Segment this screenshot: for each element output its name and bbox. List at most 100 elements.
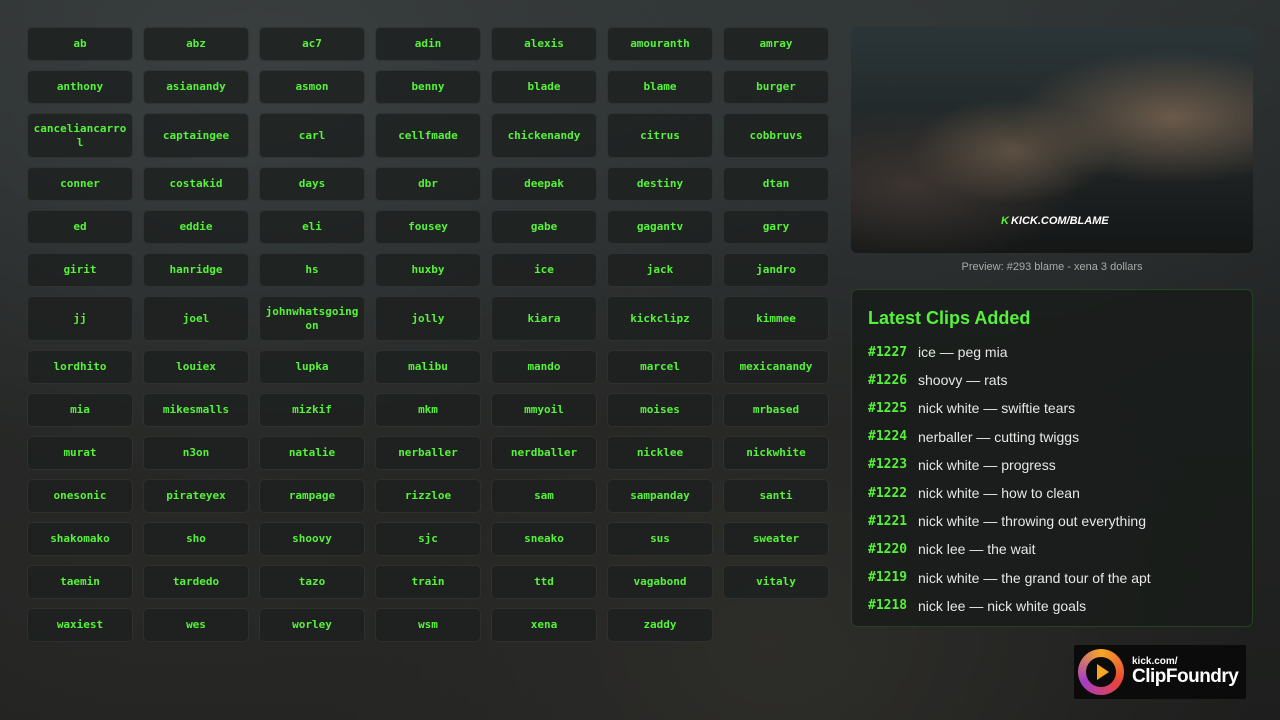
streamer-button-mikesmalls[interactable]: mikesmalls <box>143 393 249 427</box>
streamer-button-sweater[interactable]: sweater <box>723 522 829 556</box>
streamer-button-benny[interactable]: benny <box>375 70 481 104</box>
streamer-button-louiex[interactable]: louiex <box>143 350 249 384</box>
streamer-button-kimmee[interactable]: kimmee <box>723 296 829 341</box>
streamer-button-conner[interactable]: conner <box>27 167 133 201</box>
streamer-button-mizkif[interactable]: mizkif <box>259 393 365 427</box>
streamer-button-dtan[interactable]: dtan <box>723 167 829 201</box>
streamer-button-shoovy[interactable]: shoovy <box>259 522 365 556</box>
streamer-button-zaddy[interactable]: zaddy <box>607 608 713 642</box>
streamer-button-santi[interactable]: santi <box>723 479 829 513</box>
streamer-button-mando[interactable]: mando <box>491 350 597 384</box>
streamer-button-kiara[interactable]: kiara <box>491 296 597 341</box>
streamer-button-rizzloe[interactable]: rizzloe <box>375 479 481 513</box>
streamer-button-ice[interactable]: ice <box>491 253 597 287</box>
streamer-button-nicklee[interactable]: nicklee <box>607 436 713 470</box>
streamer-button-destiny[interactable]: destiny <box>607 167 713 201</box>
streamer-button-blame[interactable]: blame <box>607 70 713 104</box>
streamer-button-amouranth[interactable]: amouranth <box>607 27 713 61</box>
streamer-button-days[interactable]: days <box>259 167 365 201</box>
streamer-button-moises[interactable]: moises <box>607 393 713 427</box>
streamer-button-gary[interactable]: gary <box>723 210 829 244</box>
streamer-button-anthony[interactable]: anthony <box>27 70 133 104</box>
streamer-button-sus[interactable]: sus <box>607 522 713 556</box>
streamer-button-nerballer[interactable]: nerballer <box>375 436 481 470</box>
streamer-button-canceliancarrol[interactable]: canceliancarrol <box>27 113 133 158</box>
streamer-button-jj[interactable]: jj <box>27 296 133 341</box>
streamer-button-natalie[interactable]: natalie <box>259 436 365 470</box>
streamer-button-cobbruvs[interactable]: cobbruvs <box>723 113 829 158</box>
streamer-button-shakomako[interactable]: shakomako <box>27 522 133 556</box>
streamer-button-jandro[interactable]: jandro <box>723 253 829 287</box>
streamer-button-sjc[interactable]: sjc <box>375 522 481 556</box>
streamer-button-tardedo[interactable]: tardedo <box>143 565 249 599</box>
streamer-button-captaingee[interactable]: captaingee <box>143 113 249 158</box>
clip-preview[interactable]: K KICK.COM/BLAME <box>851 27 1253 253</box>
streamer-button-hanridge[interactable]: hanridge <box>143 253 249 287</box>
streamer-button-jolly[interactable]: jolly <box>375 296 481 341</box>
streamer-button-tazo[interactable]: tazo <box>259 565 365 599</box>
streamer-button-abz[interactable]: abz <box>143 27 249 61</box>
streamer-button-cellfmade[interactable]: cellfmade <box>375 113 481 158</box>
streamer-button-xena[interactable]: xena <box>491 608 597 642</box>
streamer-button-sampanday[interactable]: sampanday <box>607 479 713 513</box>
streamer-button-deepak[interactable]: deepak <box>491 167 597 201</box>
streamer-button-rampage[interactable]: rampage <box>259 479 365 513</box>
streamer-button-malibu[interactable]: malibu <box>375 350 481 384</box>
clip-item[interactable]: #1226 shoovy — rats <box>868 366 1236 394</box>
streamer-button-citrus[interactable]: citrus <box>607 113 713 158</box>
streamer-button-lupka[interactable]: lupka <box>259 350 365 384</box>
streamer-button-huxby[interactable]: huxby <box>375 253 481 287</box>
streamer-button-sneako[interactable]: sneako <box>491 522 597 556</box>
streamer-button-fousey[interactable]: fousey <box>375 210 481 244</box>
clip-item[interactable]: #1222 nick white — how to clean <box>868 479 1236 507</box>
streamer-button-ab[interactable]: ab <box>27 27 133 61</box>
streamer-button-adin[interactable]: adin <box>375 27 481 61</box>
streamer-button-kickclipz[interactable]: kickclipz <box>607 296 713 341</box>
streamer-button-nickwhite[interactable]: nickwhite <box>723 436 829 470</box>
clip-item[interactable]: #1221 nick white — throwing out everythin… <box>868 507 1236 535</box>
clip-item[interactable]: #1220 nick lee — the wait <box>868 535 1236 563</box>
streamer-button-sho[interactable]: sho <box>143 522 249 556</box>
streamer-button-girit[interactable]: girit <box>27 253 133 287</box>
streamer-button-blade[interactable]: blade <box>491 70 597 104</box>
streamer-button-asianandy[interactable]: asianandy <box>143 70 249 104</box>
streamer-button-johnwhatsgoingon[interactable]: johnwhatsgoingon <box>259 296 365 341</box>
streamer-button-onesonic[interactable]: onesonic <box>27 479 133 513</box>
streamer-button-wes[interactable]: wes <box>143 608 249 642</box>
streamer-button-chickenandy[interactable]: chickenandy <box>491 113 597 158</box>
streamer-button-mmyoil[interactable]: mmyoil <box>491 393 597 427</box>
streamer-button-taemin[interactable]: taemin <box>27 565 133 599</box>
streamer-button-asmon[interactable]: asmon <box>259 70 365 104</box>
streamer-button-worley[interactable]: worley <box>259 608 365 642</box>
streamer-button-ttd[interactable]: ttd <box>491 565 597 599</box>
streamer-button-nerdballer[interactable]: nerdballer <box>491 436 597 470</box>
streamer-button-pirateyex[interactable]: pirateyex <box>143 479 249 513</box>
streamer-button-marcel[interactable]: marcel <box>607 350 713 384</box>
streamer-button-n3on[interactable]: n3on <box>143 436 249 470</box>
streamer-button-lordhito[interactable]: lordhito <box>27 350 133 384</box>
clip-item[interactable]: #1219 nick white — the grand tour of the … <box>868 564 1236 592</box>
streamer-button-amray[interactable]: amray <box>723 27 829 61</box>
streamer-button-murat[interactable]: murat <box>27 436 133 470</box>
clip-item[interactable]: #1223 nick white — progress <box>868 451 1236 479</box>
streamer-button-sam[interactable]: sam <box>491 479 597 513</box>
streamer-button-gabe[interactable]: gabe <box>491 210 597 244</box>
streamer-button-ac7[interactable]: ac7 <box>259 27 365 61</box>
streamer-button-wsm[interactable]: wsm <box>375 608 481 642</box>
streamer-button-gagantv[interactable]: gagantv <box>607 210 713 244</box>
streamer-button-waxiest[interactable]: waxiest <box>27 608 133 642</box>
streamer-button-joel[interactable]: joel <box>143 296 249 341</box>
clip-item[interactable]: #1224 nerballer — cutting twiggs <box>868 423 1236 451</box>
streamer-button-ed[interactable]: ed <box>27 210 133 244</box>
streamer-button-carl[interactable]: carl <box>259 113 365 158</box>
streamer-button-dbr[interactable]: dbr <box>375 167 481 201</box>
streamer-button-costakid[interactable]: costakid <box>143 167 249 201</box>
streamer-button-hs[interactable]: hs <box>259 253 365 287</box>
streamer-button-vagabond[interactable]: vagabond <box>607 565 713 599</box>
streamer-button-burger[interactable]: burger <box>723 70 829 104</box>
streamer-button-mia[interactable]: mia <box>27 393 133 427</box>
clip-item[interactable]: #1227 ice — peg mia <box>868 338 1236 366</box>
streamer-button-mexicanandy[interactable]: mexicanandy <box>723 350 829 384</box>
streamer-button-eli[interactable]: eli <box>259 210 365 244</box>
streamer-button-mrbased[interactable]: mrbased <box>723 393 829 427</box>
